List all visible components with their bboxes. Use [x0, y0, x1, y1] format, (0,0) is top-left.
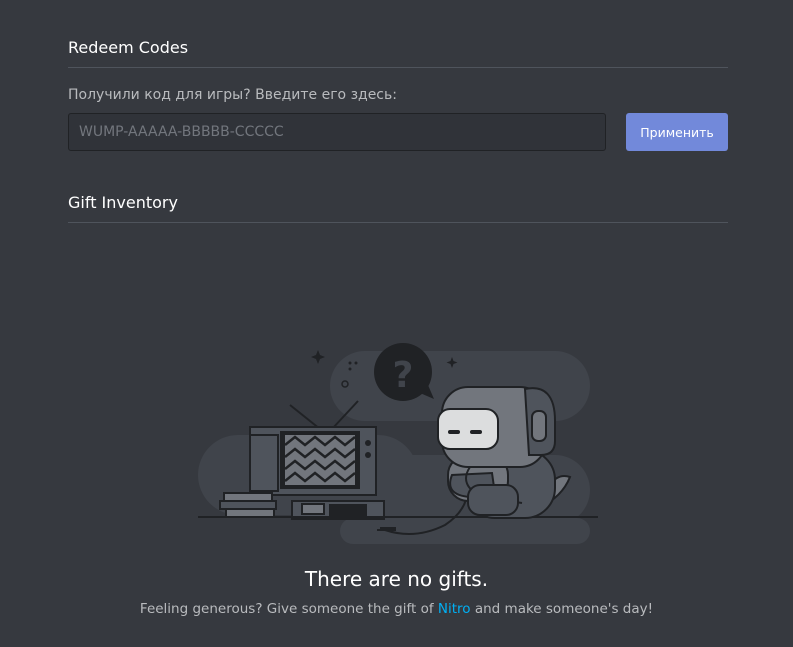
apply-button[interactable]: Применить: [626, 113, 728, 151]
gift-inventory-divider: [68, 222, 728, 223]
redeem-divider: [68, 67, 728, 68]
no-gifts-subtitle-text: Feeling generous? Give someone the gift …: [139, 601, 438, 617]
no-gifts-subtitle: Feeling generous? Give someone the gift …: [0, 601, 793, 617]
redeem-code-label: Получили код для игры? Введите его здесь…: [68, 87, 397, 103]
gift-settings-page: Redeem Codes Получили код для игры? Введ…: [0, 0, 793, 647]
empty-gifts-illustration: ?: [198, 343, 598, 544]
gift-inventory-title: Gift Inventory: [68, 193, 178, 212]
redeem-codes-title: Redeem Codes: [68, 38, 189, 57]
no-gifts-title: There are no gifts.: [304, 567, 489, 591]
tv-icon: [249, 426, 377, 496]
redeem-code-input[interactable]: [68, 113, 606, 151]
wumpus-character-icon: [437, 386, 572, 519]
svg-text:?: ?: [393, 355, 414, 396]
nitro-link[interactable]: Nitro: [438, 601, 471, 617]
no-gifts-subtitle-end: and make someone's day!: [470, 601, 654, 617]
